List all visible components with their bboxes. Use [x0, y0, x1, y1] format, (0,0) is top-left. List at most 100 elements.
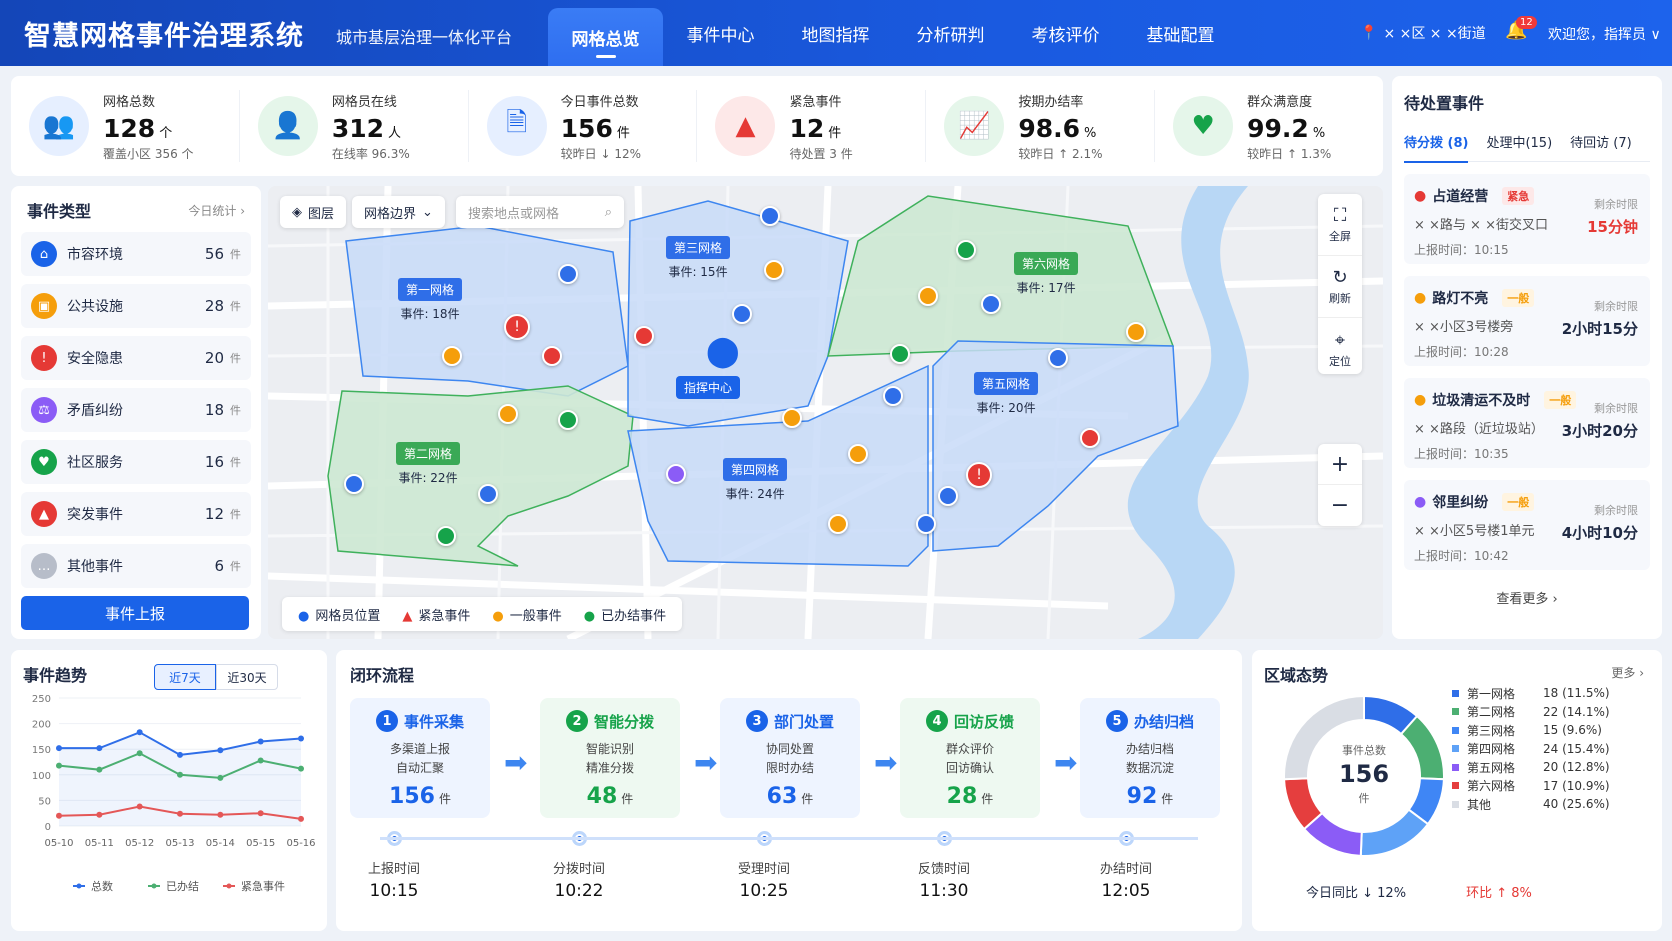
urgent-event-icon[interactable]	[1080, 428, 1100, 448]
grid-count: 事件: 18件	[400, 307, 460, 321]
location-selector[interactable]: 📍 × ×区 × ×街道	[1360, 23, 1486, 43]
kpi-card[interactable]: 👤 网格员在线 312 人在线率 96.3%	[240, 90, 469, 162]
grid-label[interactable]: 第六网格 事件: 17件	[1014, 252, 1079, 296]
refresh-button[interactable]: ↻ 刷新	[1318, 256, 1362, 318]
staff-position-icon[interactable]	[558, 264, 578, 284]
fullscreen-button[interactable]: ⛶ 全屏	[1318, 194, 1362, 256]
person-icon: 👤	[257, 96, 318, 156]
nav-map-command[interactable]: 地图指挥	[778, 0, 893, 66]
staff-position-icon[interactable]	[883, 386, 903, 406]
closed-event-icon[interactable]	[558, 410, 578, 430]
tab-followup[interactable]: 待回访 (7)	[1570, 132, 1632, 151]
tab-7-days[interactable]: 近7天	[154, 664, 216, 690]
pending-item[interactable]: ● 路灯不亮 一般 × ×小区3号楼旁 上报时间：10:28 剩余时限 2小时15分	[1404, 276, 1650, 366]
user-menu[interactable]: 欢迎您，指挥员 ∨	[1548, 24, 1661, 44]
normal-event-icon[interactable]	[498, 404, 518, 424]
staff-position-icon[interactable]	[916, 514, 936, 534]
boundary-dropdown[interactable]: 网格边界 ⌄	[352, 196, 445, 228]
tab-to-dispatch[interactable]: 待分拨 (8)	[1404, 132, 1469, 163]
warning-icon: ▲	[402, 608, 413, 624]
pending-type-icon: ●	[1414, 392, 1427, 408]
command-center-pin-icon[interactable]: ⬤	[706, 334, 740, 369]
flow-step[interactable]: 1 事件采集 多渠道上报 自动汇聚 156 件	[350, 698, 490, 818]
nav-overview[interactable]: 网格总览	[548, 8, 663, 66]
pending-item-title: 邻里纠纷	[1432, 495, 1489, 511]
event-type-row[interactable]: ▣ 公共设施 28 件	[21, 284, 251, 328]
normal-event-icon[interactable]	[918, 286, 938, 306]
grid-map[interactable]: ◈ 图层 网格边界 ⌄ 搜索地点或网格 ⌕ ⛶ 全屏 ↻ 刷新 ⌖ 定位 + − 第一网格事…	[268, 186, 1383, 639]
flow-step[interactable]: 2 智能分拨 智能识别 精准分拨 48 件	[540, 698, 680, 818]
kpi-card[interactable]: 🗎 今日事件总数 156 件较昨日 ↓ 12%	[469, 90, 698, 162]
report-event-button[interactable]: 事件上报	[21, 596, 249, 630]
kpi-card[interactable]: ♥ 群众满意度 99.2% 较昨日 ↑ 1.3%	[1155, 90, 1383, 162]
event-types-meta[interactable]: 今日统计 ›	[188, 202, 245, 219]
closed-event-icon[interactable]	[956, 240, 976, 260]
flow-step[interactable]: 3 部门处置 协同处置 限时办结 63 件	[720, 698, 860, 818]
normal-event-icon[interactable]	[764, 260, 784, 280]
tab-30-days[interactable]: 近30天	[216, 664, 278, 690]
grid-label[interactable]: 第五网格 事件: 20件	[974, 372, 1039, 416]
event-type-row[interactable]: … 其他事件 6 件	[21, 544, 251, 588]
closed-event-icon[interactable]	[436, 526, 456, 546]
grid-label[interactable]: 第二网格 事件: 22件	[396, 442, 461, 486]
urgent-alert-icon[interactable]: !	[966, 462, 992, 488]
pending-item[interactable]: ● 邻里纠纷 一般 × ×小区5号楼1单元 上报时间：10:42 剩余时限 4小时10分	[1404, 480, 1650, 570]
flow-step[interactable]: 5 办结归档 办结归档 数据沉淀 92 件	[1080, 698, 1220, 818]
layer-button[interactable]: ◈ 图层	[280, 196, 347, 228]
kpi-card[interactable]: 👥 网格总数 128 个覆盖小区 356 个	[11, 90, 240, 162]
grid-label[interactable]: 第三网格 事件: 15件	[666, 236, 731, 280]
grid-label[interactable]: 第一网格 事件: 18件	[398, 278, 463, 322]
staff-position-icon[interactable]	[1048, 348, 1068, 368]
grid-label[interactable]: 第四网格 事件: 24件	[723, 458, 788, 502]
step-unit: 件	[438, 792, 451, 806]
normal-event-icon[interactable]	[442, 346, 462, 366]
data-point	[217, 774, 224, 781]
locate-button[interactable]: ⌖ 定位	[1318, 318, 1362, 380]
event-type-row[interactable]: ! 安全隐患 20 件	[21, 336, 251, 380]
region-more-link[interactable]: 更多 ›	[1611, 664, 1644, 681]
nav-assessment[interactable]: 考核评价	[1008, 0, 1123, 66]
urgent-alert-icon[interactable]: !	[504, 314, 530, 340]
region-legend-item: 第二网格 22 (14.1%)	[1452, 703, 1610, 722]
remain-value: 15分钟	[1587, 218, 1638, 236]
staff-position-icon[interactable]	[760, 206, 780, 226]
trend-panel: 事件趋势 近7天 近30天 0 50 100 150 200 250 05-10 05-11 0…	[11, 650, 327, 931]
staff-position-icon[interactable]	[938, 486, 958, 506]
event-type-row[interactable]: ⌂ 市容环境 56 件	[21, 232, 251, 276]
staff-position-icon[interactable]	[981, 294, 1001, 314]
kpi-value: 99.2%	[1247, 114, 1331, 143]
pending-item[interactable]: ● 垃圾清运不及时 一般 × ×路段（近垃圾站） 上报时间：10:35 剩余时限 3小时20…	[1404, 378, 1650, 468]
zoom-out-button[interactable]: −	[1318, 485, 1362, 526]
data-point	[136, 729, 143, 736]
data-point	[96, 745, 103, 752]
pending-item-tag: 一般	[1502, 493, 1535, 511]
staff-position-icon[interactable]	[732, 304, 752, 324]
zoom-in-button[interactable]: +	[1318, 444, 1362, 485]
staff-position-icon[interactable]	[478, 484, 498, 504]
nav-config[interactable]: 基础配置	[1123, 0, 1238, 66]
command-center-label[interactable]: 指挥中心	[676, 376, 741, 399]
kpi-card[interactable]: ▲ 紧急事件 12 件待处置 3 件	[697, 90, 927, 162]
dispute-event-icon[interactable]	[666, 464, 686, 484]
closed-event-icon[interactable]	[890, 344, 910, 364]
normal-event-icon[interactable]	[828, 514, 848, 534]
event-type-row[interactable]: ▲ 突发事件 12 件	[21, 492, 251, 536]
pending-item[interactable]: ● 占道经营 紧急 × ×路与 × ×街交叉口 上报时间：10:15 剩余时限 15分钟	[1404, 174, 1650, 264]
map-search-input[interactable]: 搜索地点或网格 ⌕	[456, 196, 624, 228]
normal-event-icon[interactable]	[1126, 322, 1146, 342]
normal-event-icon[interactable]	[848, 444, 868, 464]
normal-event-icon[interactable]	[782, 408, 802, 428]
staff-position-icon[interactable]	[344, 474, 364, 494]
tab-processing[interactable]: 处理中(15)	[1486, 132, 1552, 151]
view-more-link[interactable]: 查看更多 ›	[1404, 588, 1650, 607]
event-type-row[interactable]: ♥ 社区服务 16 件	[21, 440, 251, 484]
nav-analysis[interactable]: 分析研判	[893, 0, 1008, 66]
event-type-row[interactable]: ⚖ 矛盾纠纷 18 件	[21, 388, 251, 432]
nav-events[interactable]: 事件中心	[663, 0, 778, 66]
kpi-card[interactable]: 📈 按期办结率 98.6% 较昨日 ↑ 2.1%	[926, 90, 1156, 162]
flow-step[interactable]: 4 回访反馈 群众评价 回访确认 28 件	[900, 698, 1040, 818]
urgent-event-icon[interactable]	[634, 326, 654, 346]
step-number: 4	[925, 710, 948, 732]
urgent-event-icon[interactable]	[542, 346, 562, 366]
pending-time-prefix: 上报时间：	[1414, 345, 1475, 359]
